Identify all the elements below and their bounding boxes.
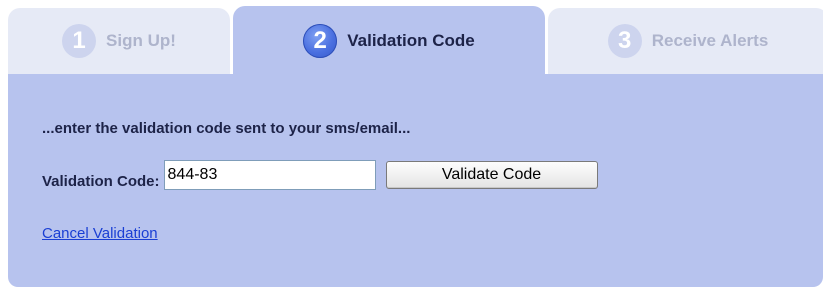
tab-sign-up-label: Sign Up! <box>106 31 176 50</box>
cancel-validation-link[interactable]: Cancel Validation <box>42 225 158 242</box>
validation-code-input[interactable] <box>163 160 376 190</box>
validation-code-label: Validation Code: <box>42 172 160 190</box>
tab-validation-code[interactable]: 2 Validation Code <box>233 6 545 76</box>
tab-receive-alerts-label: Receive Alerts <box>651 31 769 50</box>
step-2-circle-icon: 2 <box>303 24 338 58</box>
tab-sign-up[interactable]: 1 Sign Up! <box>8 8 230 74</box>
signup-wizard: 1 Sign Up! 2 Validation Code 3 Receive A… <box>0 0 823 293</box>
tab-receive-alerts[interactable]: 3 Receive Alerts <box>548 8 823 74</box>
instruction-text: ...enter the validation code sent to you… <box>42 120 411 137</box>
step-3-circle-icon: 3 <box>607 24 642 58</box>
tab-validation-code-label: Validation Code <box>347 31 475 50</box>
validate-code-button[interactable]: Validate Code <box>385 161 598 189</box>
validation-code-row: Validation Code: Validate Code <box>42 160 598 190</box>
validation-panel: ...enter the validation code sent to you… <box>8 74 823 287</box>
step-1-circle-icon: 1 <box>62 24 97 58</box>
